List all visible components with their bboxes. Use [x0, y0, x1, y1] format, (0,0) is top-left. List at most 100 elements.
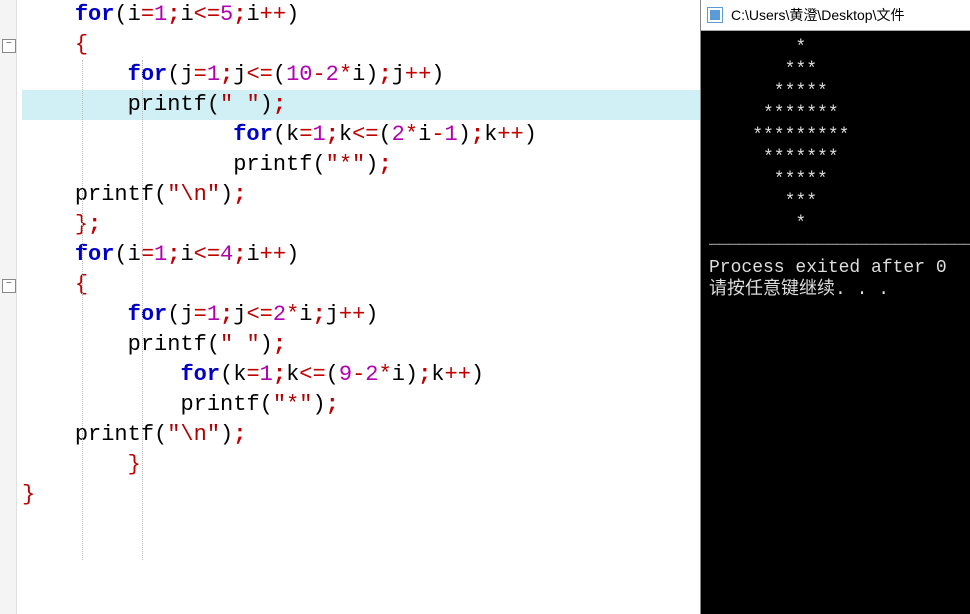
code-line[interactable]: for(j=1;j<=(10-2*i);j++): [22, 60, 700, 90]
token-fn: j: [180, 62, 193, 87]
token-paren: ): [365, 62, 378, 87]
token-paren: ): [220, 182, 233, 207]
code-line[interactable]: printf("*");: [22, 150, 700, 180]
token-kw: for: [128, 62, 168, 87]
token-kw: for: [75, 2, 115, 27]
token-paren: ): [458, 122, 471, 147]
code-line[interactable]: {: [22, 30, 700, 60]
token-fn: i: [246, 242, 259, 267]
token-num: 2: [326, 62, 339, 87]
code-line[interactable]: {: [22, 270, 700, 300]
console-line: *****: [709, 169, 970, 191]
token-paren: ): [471, 362, 484, 387]
token-paren: ): [220, 422, 233, 447]
token-fn: printf: [180, 392, 259, 417]
token-paren: ): [365, 152, 378, 177]
code-line[interactable]: for(i=1;i<=4;i++): [22, 240, 700, 270]
token-op: ++: [260, 2, 286, 27]
console-line: Process exited after 0: [709, 257, 970, 279]
code-line[interactable]: for(i=1;i<=5;i++): [22, 0, 700, 30]
console-line: *******: [709, 103, 970, 125]
token-op: ;: [471, 122, 484, 147]
token-fn: j: [180, 302, 193, 327]
fold-toggle[interactable]: −: [2, 39, 16, 53]
token-op: <=: [194, 242, 220, 267]
token-fn: i: [418, 122, 431, 147]
token-kw: for: [233, 122, 273, 147]
token-num: 2: [273, 302, 286, 327]
token-op: ;: [167, 2, 180, 27]
code-line[interactable]: for(k=1;k<=(2*i-1);k++): [22, 120, 700, 150]
code-line[interactable]: printf("\n");: [22, 180, 700, 210]
token-num: 1: [207, 302, 220, 327]
code-editor[interactable]: −− for(i=1;i<=5;i++) { for(j=1;j<=(10-2*…: [0, 0, 700, 614]
token-paren: ): [260, 92, 273, 117]
token-fn: k: [484, 122, 497, 147]
token-kw: for: [180, 362, 220, 387]
console-line: *********: [709, 125, 970, 147]
token-op: ;: [378, 152, 391, 177]
console-title-bar[interactable]: C:\Users\黄澄\Desktop\文件: [701, 0, 970, 31]
token-paren: (: [326, 362, 339, 387]
token-paren: (: [220, 362, 233, 387]
token-op: *: [378, 362, 391, 387]
console-line: 请按任意键继续. . .: [709, 279, 970, 301]
token-op: -: [431, 122, 444, 147]
console-title: C:\Users\黄澄\Desktop\文件: [731, 5, 904, 25]
token-paren: ): [286, 242, 299, 267]
token-fn: printf: [233, 152, 312, 177]
code-line[interactable]: }: [22, 480, 700, 510]
token-op: =: [299, 122, 312, 147]
console-line: *: [709, 213, 970, 235]
token-num: 1: [444, 122, 457, 147]
token-op: =: [194, 62, 207, 87]
token-op: ;: [220, 62, 233, 87]
token-op: ++: [260, 242, 286, 267]
code-line[interactable]: for(k=1;k<=(9-2*i);k++): [22, 360, 700, 390]
token-op: ++: [445, 362, 471, 387]
code-line[interactable]: }: [22, 450, 700, 480]
token-op: ;: [233, 242, 246, 267]
token-op: ;: [220, 302, 233, 327]
token-fn: k: [286, 362, 299, 387]
token-paren: (: [207, 92, 220, 117]
token-op: ;: [326, 122, 339, 147]
token-op: ;: [88, 212, 101, 237]
token-paren: (: [114, 242, 127, 267]
token-paren: (: [260, 392, 273, 417]
token-num: 2: [392, 122, 405, 147]
token-kw: for: [128, 302, 168, 327]
token-op: ;: [233, 2, 246, 27]
fold-toggle[interactable]: −: [2, 279, 16, 293]
token-fn: printf: [128, 92, 207, 117]
token-fn: i: [128, 2, 141, 27]
token-num: 1: [207, 62, 220, 87]
token-num: 4: [220, 242, 233, 267]
token-str: "*": [326, 152, 366, 177]
token-op: ++: [497, 122, 523, 147]
token-fn: i: [180, 242, 193, 267]
code-line[interactable]: for(j=1;j<=2*i;j++): [22, 300, 700, 330]
token-op: <=: [246, 62, 272, 87]
token-fn: printf: [75, 422, 154, 447]
code-line[interactable]: printf(" ");: [22, 330, 700, 360]
code-line[interactable]: printf("\n");: [22, 420, 700, 450]
token-br: }: [128, 452, 141, 477]
token-fn: j: [326, 302, 339, 327]
token-paren: (: [273, 122, 286, 147]
token-op: ;: [418, 362, 431, 387]
token-fn: k: [339, 122, 352, 147]
token-paren: (: [312, 152, 325, 177]
code-line[interactable]: printf(" ");: [22, 90, 700, 120]
token-fn: i: [299, 302, 312, 327]
token-op: *: [286, 302, 299, 327]
token-paren: (: [114, 2, 127, 27]
code-line[interactable]: };: [22, 210, 700, 240]
code-line[interactable]: printf("*");: [22, 390, 700, 420]
token-fn: i: [352, 62, 365, 87]
console-line: ***: [709, 191, 970, 213]
token-num: 5: [220, 2, 233, 27]
token-br: {: [75, 272, 88, 297]
token-str: "\n": [167, 422, 220, 447]
token-str: "*": [273, 392, 313, 417]
